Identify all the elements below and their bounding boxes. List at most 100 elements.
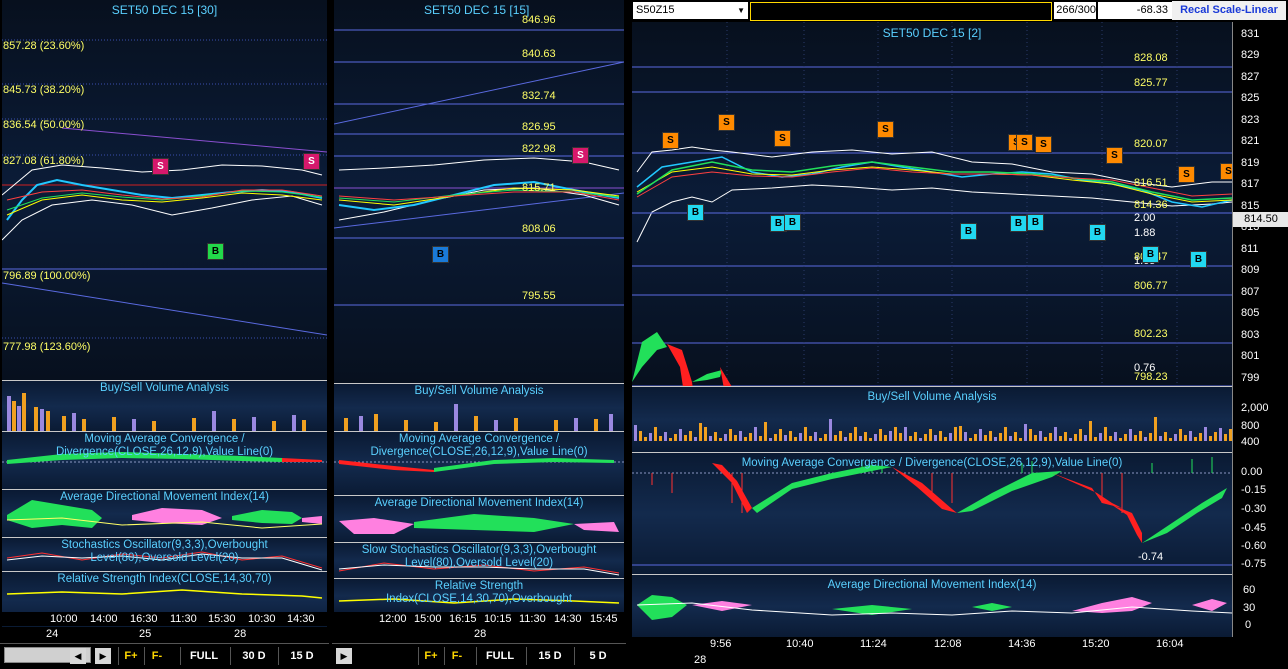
macd-title: Moving Average Convergence / Divergence(… xyxy=(370,433,588,458)
volume-bar xyxy=(1069,438,1072,441)
time-tick: 16:30 xyxy=(130,613,158,625)
axis-tick: 827 xyxy=(1241,71,1260,83)
volume-bar xyxy=(1079,429,1082,441)
time-tick: 14:36 xyxy=(1008,638,1036,650)
volume-bar xyxy=(664,432,667,441)
date-axis: 28 xyxy=(632,653,1232,669)
axis-tick: 825 xyxy=(1241,92,1260,104)
volume-bar xyxy=(929,429,932,441)
chart-panel-2min[interactable]: SET50 DEC 15 [2] 828.08 825.77 820.07 81… xyxy=(632,22,1232,386)
buy-signal: B xyxy=(1089,224,1106,241)
volume-bar xyxy=(1179,429,1182,441)
axis-tick: 811 xyxy=(1241,243,1259,255)
volume-bar xyxy=(1029,429,1032,441)
adx-panel: Average Directional Movement Index(14) xyxy=(2,489,327,538)
volume-bar xyxy=(1124,434,1127,441)
buy-signal: B xyxy=(960,223,977,240)
volume-bar xyxy=(779,429,782,441)
buy-signal: B xyxy=(1190,251,1207,268)
volume-bar xyxy=(1044,437,1047,441)
volume-bar xyxy=(714,432,717,441)
symbol-bar: S50Z15 ▼ 266/300 -68.33 Recal Scale-Line… xyxy=(632,0,1288,22)
volume-bar xyxy=(1024,424,1027,441)
last-price-tag: 814.50 xyxy=(1233,212,1288,227)
volume-bar xyxy=(999,433,1002,441)
time-tick: 14:30 xyxy=(287,613,315,625)
symbol-value: S50Z15 xyxy=(636,4,675,16)
time-tick: 12:08 xyxy=(934,638,962,650)
scroll-right-icon[interactable]: ▶ xyxy=(336,648,352,664)
ratio-label: 2.00 xyxy=(1134,212,1156,224)
volume-bar xyxy=(769,438,772,441)
axis-tick: -0.75 xyxy=(1241,558,1267,570)
macd-title: Moving Average Convergence / Divergence(… xyxy=(55,433,274,458)
axis-tick: -0.60 xyxy=(1241,540,1267,552)
volume-bar xyxy=(1184,435,1187,441)
date-axis: 24 25 28 xyxy=(2,627,327,641)
axis-tick: 819 xyxy=(1241,157,1260,169)
sell-signal: S xyxy=(1035,136,1052,153)
scroll-left-icon[interactable]: ◀ xyxy=(70,648,86,664)
zoom-in-button[interactable]: F+ xyxy=(118,647,143,665)
stoch-panel: Stochastics Oscillator(9,3,3),Overbought… xyxy=(2,537,327,572)
adx-title: Average Directional Movement Index(14) xyxy=(827,579,1037,591)
axis-tick: 0.00 xyxy=(1241,466,1263,478)
scroll-right-icon[interactable]: ▶ xyxy=(95,648,111,664)
zoom-out-button[interactable]: F- xyxy=(144,647,169,665)
chart-panel-30min[interactable]: SET50 DEC 15 [30] 857.28 (23.60%) 845.73… xyxy=(2,0,327,380)
volume-bar xyxy=(1004,427,1007,441)
volume-bar xyxy=(674,434,677,441)
adx-panel: Average Directional Movement Index(14) xyxy=(334,495,624,543)
volume-bar xyxy=(1074,434,1077,441)
price-level: 832.74 xyxy=(522,90,556,102)
volume-bar xyxy=(969,438,972,441)
volume-panel: Buy/Sell Volume Analysis xyxy=(334,383,624,432)
time-tick: 10:30 xyxy=(248,613,276,625)
stoch-panel: Slow Stochastics Oscillator(9,3,3),Overb… xyxy=(334,542,624,579)
volume-bar xyxy=(1009,436,1012,441)
time-tick: 16:15 xyxy=(449,613,477,625)
volume-bar xyxy=(909,436,912,441)
volume-bar xyxy=(649,433,652,441)
volume-bar xyxy=(684,435,687,441)
volume-bar xyxy=(1109,436,1112,441)
volume-bar xyxy=(1189,431,1192,441)
time-axis: 10:00 14:00 16:30 11:30 15:30 10:30 14:3… xyxy=(2,612,327,626)
recal-scale-button[interactable]: Recal Scale-Linear xyxy=(1172,1,1286,20)
volume-bar xyxy=(1199,433,1202,441)
chart-panel-15min[interactable]: SET50 DEC 15 [15] 846.96 840.63 832.74 8… xyxy=(334,0,624,383)
volume-bar xyxy=(724,434,727,441)
macd-title: Moving Average Convergence / Divergence(… xyxy=(741,457,1123,469)
axis-tick: -0.30 xyxy=(1241,503,1267,515)
axis-tick: 815 xyxy=(1241,200,1260,212)
range-15d-button[interactable]: 15 D xyxy=(278,647,325,665)
full-button[interactable]: FULL xyxy=(180,647,227,665)
volume-bar xyxy=(904,427,907,441)
volume-bar xyxy=(964,432,967,441)
fib-level: 845.73 (38.20%) xyxy=(3,84,85,96)
volume-title: Buy/Sell Volume Analysis xyxy=(414,385,544,397)
range-30d-button[interactable]: 30 D xyxy=(230,647,277,665)
time-axis: 9:56 10:40 11:24 12:08 14:36 15:20 16:04 xyxy=(632,637,1232,652)
price-axis: 831 829 827 825 823 821 819 817 815 813 … xyxy=(1232,22,1288,386)
toolbar: ◀ ▶ F+ F- FULL 30 D 15 D xyxy=(0,643,329,668)
zoom-in-button[interactable]: F+ xyxy=(418,647,443,665)
adx-panel: Average Directional Movement Index(14) xyxy=(632,574,1232,638)
range-15d-button[interactable]: 15 D xyxy=(526,647,573,665)
volume-bar xyxy=(1034,435,1037,441)
axis-tick: 400 xyxy=(1241,436,1260,448)
time-tick: 14:00 xyxy=(90,613,118,625)
zoom-out-button[interactable]: F- xyxy=(444,647,469,665)
range-5d-button[interactable]: 5 D xyxy=(574,647,621,665)
volume-bar xyxy=(759,436,762,441)
volume-bar xyxy=(934,435,937,441)
sell-signal: S xyxy=(1178,166,1195,183)
axis-tick: 821 xyxy=(1241,135,1260,147)
volume-bar xyxy=(994,437,997,441)
volume-bar xyxy=(1119,438,1122,441)
symbol-dropdown[interactable]: S50Z15 ▼ xyxy=(633,2,748,19)
price-level: 816.51 xyxy=(1134,177,1168,189)
price-level: 808.06 xyxy=(522,223,556,235)
full-button[interactable]: FULL xyxy=(476,647,523,665)
axis-tick: -0.45 xyxy=(1241,522,1267,534)
